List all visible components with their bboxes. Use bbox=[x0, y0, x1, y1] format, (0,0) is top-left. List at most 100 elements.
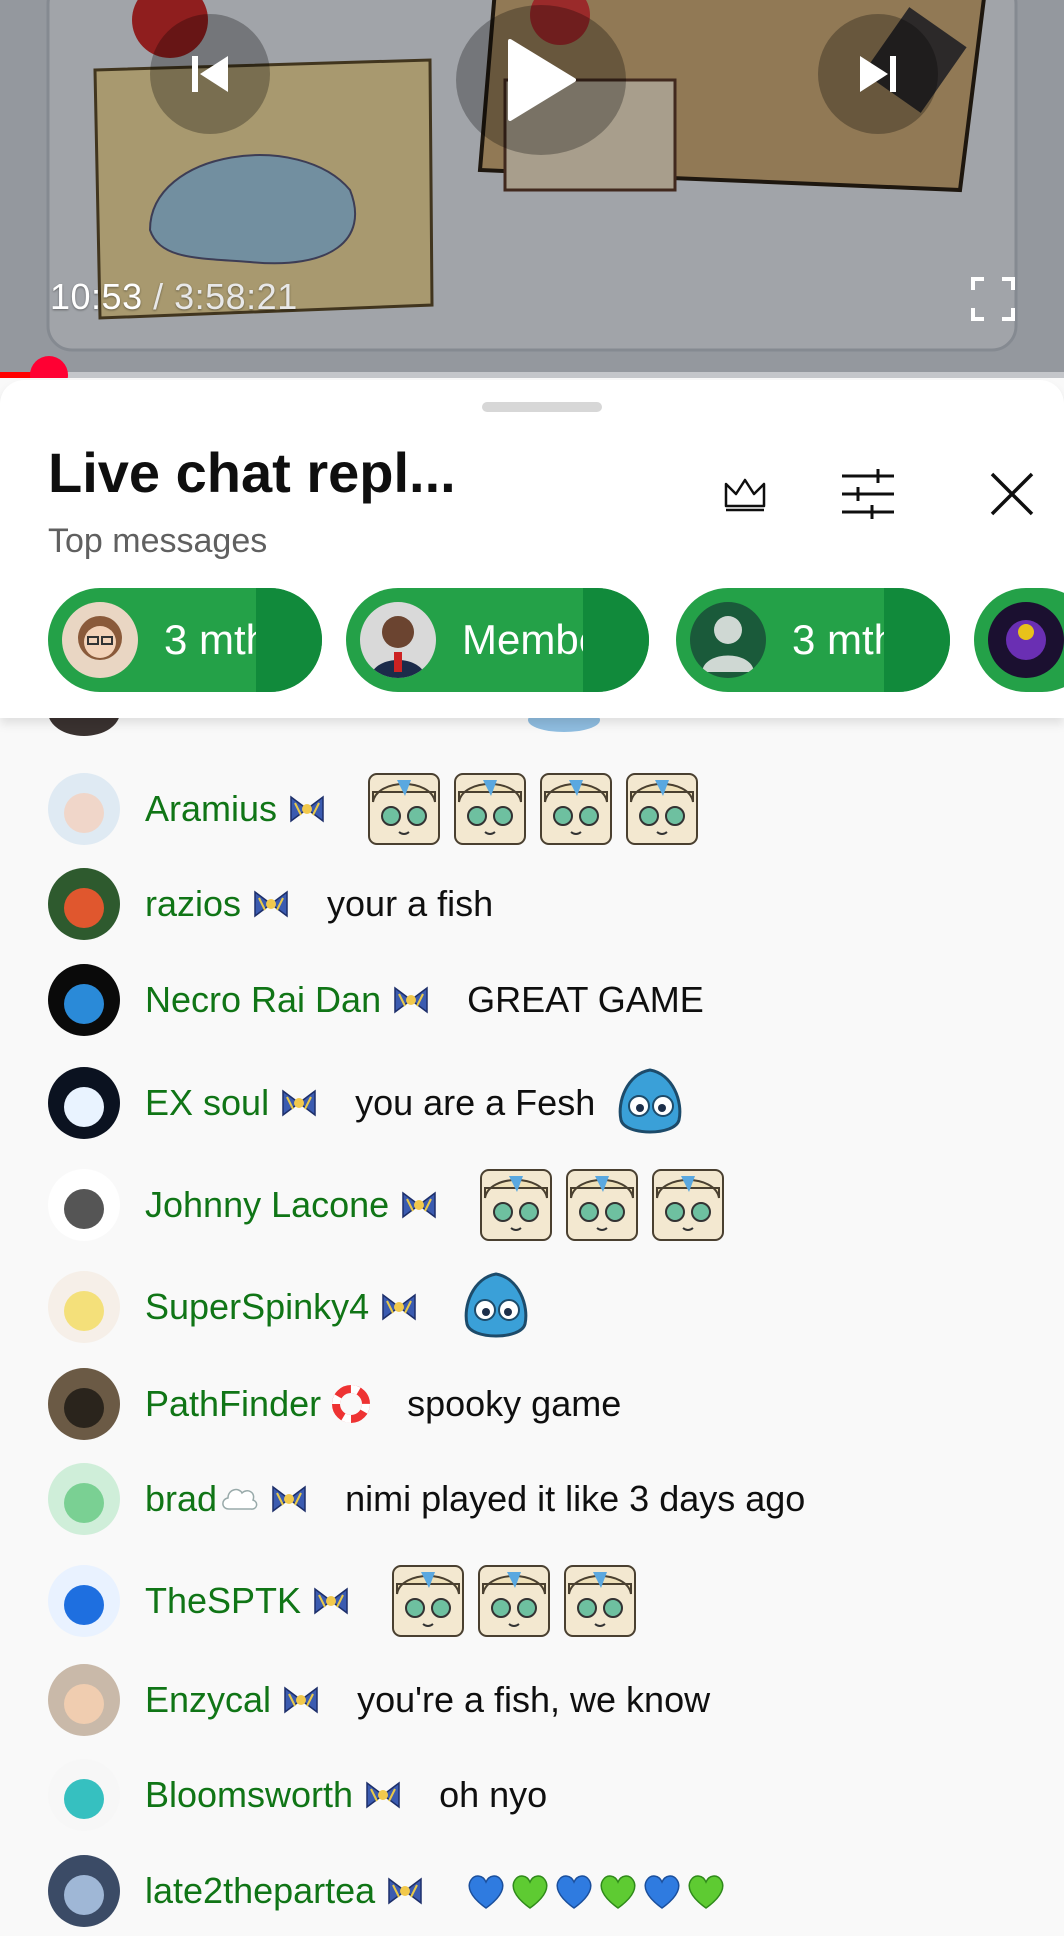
blue-heart-icon bbox=[644, 1875, 680, 1909]
message-text: you're a fish, we know bbox=[357, 1679, 711, 1720]
member-badge-icon bbox=[394, 986, 428, 1014]
chat-message-row[interactable]: Johnny Lacone bbox=[0, 1160, 1064, 1250]
author-name[interactable]: brad bbox=[145, 1478, 217, 1520]
chat-message-row[interactable]: Bloomsworth oh nyo bbox=[0, 1750, 1064, 1840]
emote-group bbox=[613, 1066, 687, 1140]
message-content: EX soul you are a Fesh bbox=[145, 1058, 687, 1148]
girl-face-emote-icon bbox=[454, 773, 527, 845]
message-content: Necro Rai Dan GREAT GAME bbox=[145, 955, 704, 1045]
member-badge-icon bbox=[272, 1485, 306, 1513]
girl-face-emote-icon bbox=[566, 1169, 639, 1241]
progress-bar[interactable] bbox=[0, 356, 1064, 378]
previous-icon bbox=[192, 56, 228, 92]
green-heart-icon bbox=[600, 1875, 636, 1909]
emote-group bbox=[479, 1168, 725, 1242]
member-badge-icon bbox=[402, 1191, 436, 1219]
message-text: nimi played it like 3 days ago bbox=[345, 1478, 806, 1519]
avatar bbox=[360, 602, 436, 678]
green-heart-icon bbox=[512, 1875, 548, 1909]
author-name[interactable]: TheSPTK bbox=[145, 1580, 301, 1622]
emote-group bbox=[459, 1270, 533, 1344]
drag-handle[interactable] bbox=[482, 402, 602, 412]
filter-button[interactable] bbox=[838, 464, 898, 524]
panel-title: Live chat repl... bbox=[48, 441, 456, 504]
chip-timer bbox=[256, 588, 322, 692]
emote-group bbox=[391, 1564, 637, 1638]
message-text: you are a Fesh bbox=[355, 1082, 596, 1123]
message-content: brad nimi played it like 3 days ago bbox=[145, 1454, 805, 1544]
message-content: Bloomsworth oh nyo bbox=[145, 1750, 547, 1840]
author-name[interactable]: Enzycal bbox=[145, 1679, 271, 1721]
member-badge-icon bbox=[382, 1293, 416, 1321]
girl-face-emote-icon bbox=[652, 1169, 725, 1241]
fullscreen-icon[interactable] bbox=[970, 276, 1016, 322]
chat-message-row[interactable]: EX soul you are a Fesh bbox=[0, 1058, 1064, 1148]
green-heart-icon bbox=[688, 1875, 724, 1909]
previous-button[interactable] bbox=[150, 14, 270, 134]
close-button[interactable] bbox=[982, 464, 1042, 524]
video-player[interactable]: 10:53 / 3:58:21 bbox=[0, 0, 1064, 378]
ticker-chip[interactable]: 3 mths bbox=[676, 588, 950, 692]
chat-message-row[interactable]: Aramius bbox=[0, 764, 1064, 854]
chat-message-row[interactable]: razios your a fish bbox=[0, 859, 1064, 949]
ticker-chip[interactable] bbox=[974, 588, 1064, 692]
author-name[interactable]: PathFinder bbox=[145, 1383, 321, 1425]
avatar bbox=[48, 868, 120, 940]
chat-message-list[interactable]: Aramius razios your a fish Necro Rai Dan GRE… bbox=[0, 688, 1064, 1936]
chat-message-row[interactable]: PathFinder spooky game bbox=[0, 1359, 1064, 1449]
crown-icon bbox=[724, 478, 766, 512]
girl-face-emote-icon bbox=[478, 1565, 551, 1637]
chat-message-row[interactable]: TheSPTK bbox=[0, 1556, 1064, 1646]
message-text: your a fish bbox=[327, 883, 494, 924]
author-name[interactable]: Bloomsworth bbox=[145, 1774, 353, 1816]
ticker-chip[interactable]: Member bbox=[346, 588, 649, 692]
girl-face-emote-icon bbox=[480, 1169, 553, 1241]
live-chat-header: Live chat repl... Top messages 3 mths Me… bbox=[0, 380, 1064, 718]
chat-mode-selector[interactable]: Top messages bbox=[48, 522, 267, 561]
chat-message-row[interactable]: Necro Rai Dan GREAT GAME bbox=[0, 955, 1064, 1045]
author-name[interactable]: late2thepartea bbox=[145, 1870, 375, 1912]
time-display: 10:53 / 3:58:21 bbox=[50, 276, 298, 318]
message-text: oh nyo bbox=[439, 1774, 548, 1815]
chat-message-row[interactable]: late2thepartea bbox=[0, 1846, 1064, 1936]
author-name[interactable]: Aramius bbox=[145, 788, 277, 830]
close-icon bbox=[990, 472, 1034, 516]
next-button[interactable] bbox=[818, 14, 938, 134]
member-badge-icon bbox=[366, 1781, 400, 1809]
ticker-chip[interactable]: 3 mths bbox=[48, 588, 322, 692]
avatar bbox=[690, 602, 766, 678]
duration: 3:58:21 bbox=[174, 276, 298, 317]
chat-message-row[interactable]: brad nimi played it like 3 days ago bbox=[0, 1454, 1064, 1544]
member-badge-icon bbox=[314, 1587, 348, 1615]
girl-face-emote-icon bbox=[626, 773, 699, 845]
message-content: PathFinder spooky game bbox=[145, 1359, 621, 1449]
member-badge-icon bbox=[388, 1877, 422, 1905]
chat-message-row[interactable]: SuperSpinky4 bbox=[0, 1262, 1064, 1352]
author-name[interactable]: razios bbox=[145, 883, 241, 925]
girl-face-emote-icon bbox=[392, 1565, 465, 1637]
play-button[interactable] bbox=[456, 5, 626, 155]
member-badge-icon bbox=[282, 1089, 316, 1117]
avatar bbox=[988, 602, 1064, 678]
message-content: Johnny Lacone bbox=[145, 1160, 725, 1250]
blue-heart-icon bbox=[468, 1875, 504, 1909]
chat-message-row[interactable]: Enzycal you're a fish, we know bbox=[0, 1655, 1064, 1745]
author-name[interactable]: Necro Rai Dan bbox=[145, 979, 381, 1021]
message-content: SuperSpinky4 bbox=[145, 1262, 533, 1352]
member-badge-icon bbox=[290, 795, 324, 823]
message-content: Aramius bbox=[145, 764, 699, 854]
avatar bbox=[62, 602, 138, 678]
avatar bbox=[48, 1368, 120, 1440]
avatar bbox=[48, 1565, 120, 1637]
crown-button[interactable] bbox=[715, 464, 775, 524]
chip-timer bbox=[884, 588, 950, 692]
author-name[interactable]: Johnny Lacone bbox=[145, 1184, 389, 1226]
blue-heart-icon bbox=[556, 1875, 592, 1909]
author-name[interactable]: SuperSpinky4 bbox=[145, 1286, 369, 1328]
avatar bbox=[48, 1169, 120, 1241]
next-icon bbox=[860, 56, 896, 92]
avatar bbox=[48, 1759, 120, 1831]
girl-face-emote-icon bbox=[368, 773, 441, 845]
avatar bbox=[48, 964, 120, 1036]
author-name[interactable]: EX soul bbox=[145, 1082, 269, 1124]
